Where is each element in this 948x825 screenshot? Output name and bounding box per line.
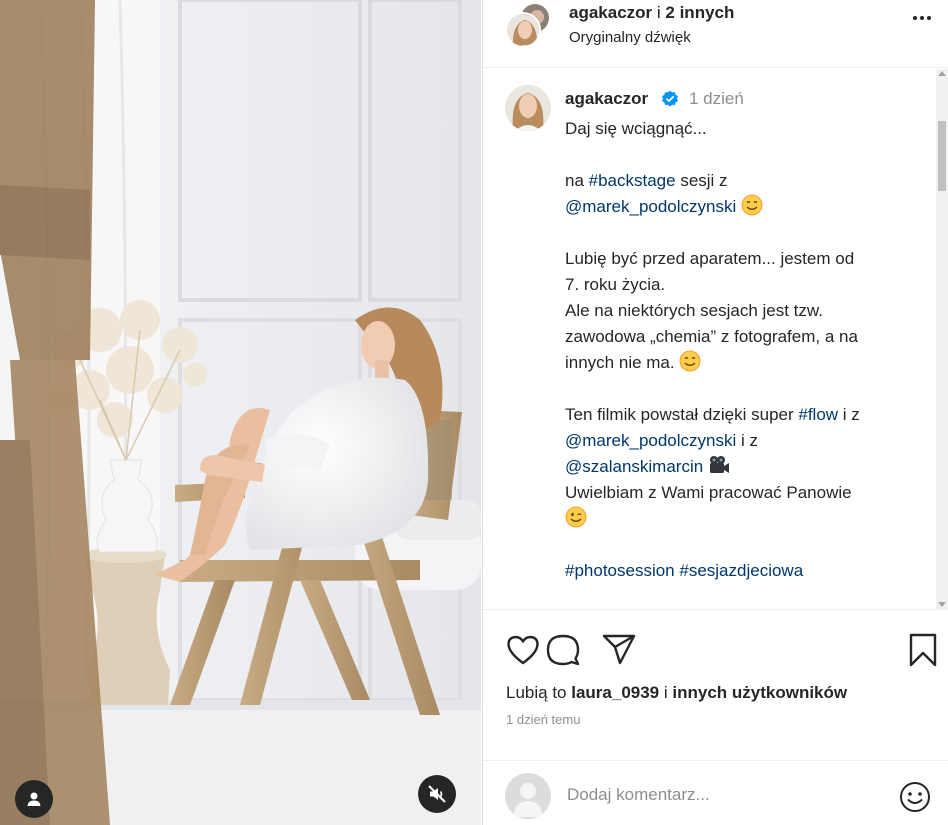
avatar [505, 773, 551, 819]
collab-avatars[interactable] [505, 2, 553, 48]
caption-line: #photosession #sesjazdjeciowa [565, 558, 925, 584]
caption-text-fragment: Ten filmik powstał dzięki super [565, 405, 799, 424]
bookmark-icon[interactable] [905, 632, 941, 668]
comment-input[interactable] [567, 785, 867, 805]
hashtag-link[interactable]: #backstage [589, 171, 676, 190]
send-icon[interactable] [601, 632, 637, 668]
speaker-muted-icon [428, 785, 446, 803]
mention-link[interactable]: @marek_podolczynski [565, 197, 736, 216]
caption-line: @marek_podolczynski [565, 194, 925, 220]
author-separator: i [652, 3, 666, 22]
mute-button[interactable] [418, 775, 456, 813]
comment-icon[interactable] [545, 632, 581, 668]
heart-icon[interactable] [505, 632, 541, 668]
caption-section: agakaczor 1 dzień Daj się wciągnąć... na… [483, 69, 948, 610]
post-date[interactable]: 1 dzień temu [506, 712, 580, 727]
caption-line: Daj się wciągnąć... [565, 119, 707, 138]
winking-face-emoji-icon [565, 506, 587, 528]
video-frame [0, 0, 481, 825]
caption-line: na #backstage sesji z [565, 168, 925, 194]
verified-badge-icon [662, 90, 678, 107]
emoji-picker-icon[interactable] [899, 781, 931, 813]
caption-line [565, 506, 925, 532]
likes-middle: i [659, 683, 673, 702]
likes-others[interactable]: innych użytkowników [672, 683, 847, 702]
hashtag-link[interactable]: #photosession [565, 561, 675, 580]
caption-line: innych nie ma. [565, 350, 925, 376]
scroll-down-arrow-icon[interactable] [938, 602, 946, 607]
tagged-users-button[interactable] [15, 780, 53, 818]
post-header: agakaczor i 2 innych Oryginalny dźwięk [483, 0, 948, 68]
scroll-thumb[interactable] [938, 121, 946, 191]
caption-line: @marek_podolczynski i z [565, 428, 925, 454]
caption-text-fragment: i z [838, 405, 860, 424]
mention-link[interactable]: @marek_podolczynski [565, 431, 736, 450]
post-details-panel: agakaczor i 2 innych Oryginalny dźwięk a… [482, 0, 948, 825]
caption-scrollbar[interactable] [936, 69, 948, 610]
caption-text-fragment: i z [736, 431, 759, 450]
caption-line: Ale na niektórych sesjach jest tzw. [565, 301, 823, 320]
scroll-up-arrow-icon[interactable] [938, 71, 946, 76]
more-dot [913, 16, 917, 20]
caption-username[interactable]: agakaczor [565, 89, 648, 109]
caption-line: 7. roku życia. [565, 275, 666, 294]
caption-text: Daj się wciągnąć... na #backstage sesji … [565, 116, 925, 584]
comment-bar [483, 760, 948, 825]
audio-link[interactable]: Oryginalny dźwięk [569, 29, 691, 46]
author-username[interactable]: agakaczor [569, 3, 652, 22]
more-dot [920, 16, 924, 20]
more-options-button[interactable] [907, 6, 937, 30]
more-dot [927, 16, 931, 20]
smiling-face-emoji-icon [741, 194, 763, 216]
user-icon [27, 792, 41, 806]
caption-line: zawodowa „chemia” z fotografem, a na [565, 327, 858, 346]
avatar[interactable] [505, 85, 551, 131]
mention-link[interactable]: @szalanskimarcin [565, 457, 703, 476]
avatar [505, 12, 541, 48]
caption-text-fragment: na [565, 171, 589, 190]
caption-line: Ten filmik powstał dzięki super #flow i … [565, 402, 925, 428]
smiling-face-emoji-icon [679, 350, 701, 372]
caption-line: Lubię być przed aparatem... jestem od [565, 249, 855, 268]
movie-camera-emoji-icon [709, 456, 729, 473]
liker-username[interactable]: laura_0939 [571, 683, 659, 702]
post-authors[interactable]: agakaczor i 2 innych [569, 3, 734, 23]
caption-line: @szalanskimarcin [565, 454, 925, 480]
post-actions [505, 632, 945, 672]
likes-prefix: Lubią to [506, 683, 572, 702]
hashtag-link[interactable]: #flow [798, 405, 838, 424]
caption-line: Uwielbiam z Wami pracować Panowie [565, 483, 852, 502]
post-video[interactable] [0, 0, 481, 825]
caption-text-fragment: innych nie ma. [565, 353, 675, 372]
caption-time[interactable]: 1 dzień [689, 89, 744, 109]
caption-text-fragment: sesji z [675, 171, 728, 190]
hashtag-link[interactable]: #sesjazdjeciowa [679, 561, 803, 580]
other-authors-link[interactable]: 2 innych [665, 3, 734, 22]
likes-summary[interactable]: Lubią to laura_0939 i innych użytkownikó… [506, 683, 847, 703]
